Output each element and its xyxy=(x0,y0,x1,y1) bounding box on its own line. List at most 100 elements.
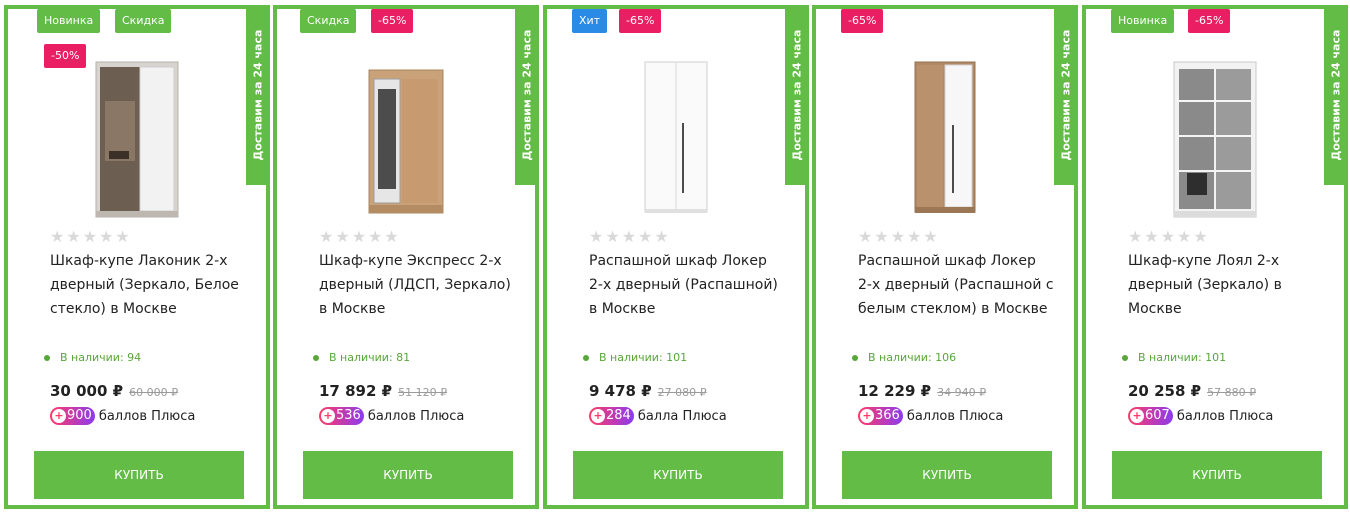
points-label: баллов Плюса xyxy=(98,408,196,424)
plus-points-badge: +607 xyxy=(1128,407,1173,425)
product-title[interactable]: Распашной шкаф Локер 2-х дверный (Распаш… xyxy=(858,249,1054,321)
delivery-ribbon: Доставим за 24 часа xyxy=(1054,5,1078,185)
plus-points-badge: +900 xyxy=(50,407,95,425)
product-card[interactable]: Хит -65% Доставим за 24 часа ★★★★★ Распа… xyxy=(543,5,809,509)
old-price: 57 880 ₽ xyxy=(1207,386,1257,399)
delivery-label: Доставим за 24 часа xyxy=(790,29,804,161)
buy-button[interactable]: КУПИТЬ xyxy=(303,451,513,499)
price-block: 9 478 ₽ 27 080 ₽ xyxy=(589,381,707,400)
product-title[interactable]: Распашной шкаф Локер 2-х дверный (Распаш… xyxy=(589,249,785,321)
old-price: 60 000 ₽ xyxy=(129,386,179,399)
product-card[interactable]: Скидка -65% Доставим за 24 часа ★★★★★ Шк… xyxy=(273,5,539,509)
product-card[interactable]: Новинка -65% Доставим за 24 часа ★★★★★ Ш… xyxy=(1082,5,1348,509)
plus-icon: + xyxy=(321,408,335,423)
points-label: баллов Плюса xyxy=(1176,408,1274,424)
current-price: 20 258 ₽ xyxy=(1128,382,1202,400)
plus-points: +366 баллов Плюса xyxy=(858,407,1003,425)
old-price: 34 940 ₽ xyxy=(937,386,987,399)
old-price: 51 120 ₽ xyxy=(398,386,448,399)
plus-points-badge: +284 xyxy=(589,407,634,425)
current-price: 12 229 ₽ xyxy=(858,382,932,400)
old-price: 27 080 ₽ xyxy=(657,386,707,399)
product-title[interactable]: Шкаф-купе Лаконик 2-х дверный (Зеркало, … xyxy=(50,249,246,321)
delivery-label: Доставим за 24 часа xyxy=(1329,29,1343,161)
stock-status: В наличии: 106 xyxy=(852,351,956,364)
product-image[interactable] xyxy=(1173,61,1257,219)
product-image[interactable] xyxy=(95,61,179,219)
delivery-ribbon: Доставим за 24 часа xyxy=(515,5,539,185)
buy-button[interactable]: КУПИТЬ xyxy=(842,451,1052,499)
delivery-label: Доставим за 24 часа xyxy=(520,29,534,161)
badge-discount: -65% xyxy=(619,9,662,33)
plus-points: +536 баллов Плюса xyxy=(319,407,464,425)
stock-status: В наличии: 101 xyxy=(583,351,687,364)
plus-icon: + xyxy=(1130,408,1144,423)
buy-button[interactable]: КУПИТЬ xyxy=(1112,451,1322,499)
points-label: баллов Плюса xyxy=(906,408,1004,424)
product-image[interactable] xyxy=(368,69,444,215)
buy-button[interactable]: КУПИТЬ xyxy=(34,451,244,499)
stock-dot-icon xyxy=(1122,355,1128,361)
badge-discount: -65% xyxy=(841,9,884,33)
delivery-ribbon: Доставим за 24 часа xyxy=(1324,5,1348,185)
stock-text: В наличии: 94 xyxy=(60,351,142,364)
stock-dot-icon xyxy=(852,355,858,361)
stock-text: В наличии: 101 xyxy=(1138,351,1227,364)
points-label: баллов Плюса xyxy=(367,408,465,424)
product-card[interactable]: Новинка Скидка -50% Доставим за 24 часа … xyxy=(4,5,270,509)
plus-icon: + xyxy=(591,408,605,423)
stock-text: В наличии: 106 xyxy=(868,351,957,364)
delivery-ribbon: Доставим за 24 часа xyxy=(785,5,809,185)
plus-icon: + xyxy=(52,408,66,423)
plus-icon: + xyxy=(860,408,874,423)
product-grid: Новинка Скидка -50% Доставим за 24 часа … xyxy=(0,0,1350,514)
points-value: 607 xyxy=(1145,408,1170,423)
plus-points-badge: +536 xyxy=(319,407,364,425)
product-card[interactable]: -65% Доставим за 24 часа ★★★★★ Распашной… xyxy=(812,5,1078,509)
badge-new: Новинка xyxy=(37,9,101,33)
badge-sale: Скидка xyxy=(300,9,357,33)
rating-stars: ★★★★★ xyxy=(319,227,401,246)
badge-sale: Скидка xyxy=(115,9,172,33)
price-block: 12 229 ₽ 34 940 ₽ xyxy=(858,381,986,400)
badge-hit: Хит xyxy=(572,9,608,33)
stock-status: В наличии: 94 xyxy=(44,351,141,364)
plus-points: +284 балла Плюса xyxy=(589,407,727,425)
points-value: 366 xyxy=(875,408,900,423)
rating-stars: ★★★★★ xyxy=(50,227,132,246)
price-block: 30 000 ₽ 60 000 ₽ xyxy=(50,381,178,400)
delivery-label: Доставим за 24 часа xyxy=(1059,29,1073,161)
stock-dot-icon xyxy=(313,355,319,361)
delivery-ribbon: Доставим за 24 часа xyxy=(246,5,270,185)
price-block: 20 258 ₽ 57 880 ₽ xyxy=(1128,381,1256,400)
points-value: 536 xyxy=(336,408,361,423)
badge-new: Новинка xyxy=(1111,9,1175,33)
plus-points: +607 баллов Плюса xyxy=(1128,407,1273,425)
buy-button[interactable]: КУПИТЬ xyxy=(573,451,783,499)
stock-status: В наличии: 81 xyxy=(313,351,410,364)
plus-points: +900 баллов Плюса xyxy=(50,407,195,425)
points-value: 284 xyxy=(606,408,631,423)
rating-stars: ★★★★★ xyxy=(589,227,671,246)
rating-stars: ★★★★★ xyxy=(858,227,940,246)
badge-discount: -65% xyxy=(371,9,414,33)
points-value: 900 xyxy=(67,408,92,423)
badge-discount: -50% xyxy=(44,44,87,68)
stock-text: В наличии: 81 xyxy=(329,351,411,364)
product-title[interactable]: Шкаф-купе Лоял 2-х дверный (Зеркало) в М… xyxy=(1128,249,1324,321)
plus-points-badge: +366 xyxy=(858,407,903,425)
stock-status: В наличии: 101 xyxy=(1122,351,1226,364)
product-image[interactable] xyxy=(644,61,708,215)
current-price: 17 892 ₽ xyxy=(319,382,393,400)
current-price: 9 478 ₽ xyxy=(589,382,652,400)
stock-dot-icon xyxy=(583,355,589,361)
points-label: балла Плюса xyxy=(637,408,727,424)
badge-discount: -65% xyxy=(1188,9,1231,33)
current-price: 30 000 ₽ xyxy=(50,382,124,400)
delivery-label: Доставим за 24 часа xyxy=(251,29,265,161)
stock-text: В наличии: 101 xyxy=(599,351,688,364)
stock-dot-icon xyxy=(44,355,50,361)
price-block: 17 892 ₽ 51 120 ₽ xyxy=(319,381,447,400)
product-title[interactable]: Шкаф-купе Экспресс 2-х дверный (ЛДСП, Зе… xyxy=(319,249,515,321)
product-image[interactable] xyxy=(914,61,976,215)
